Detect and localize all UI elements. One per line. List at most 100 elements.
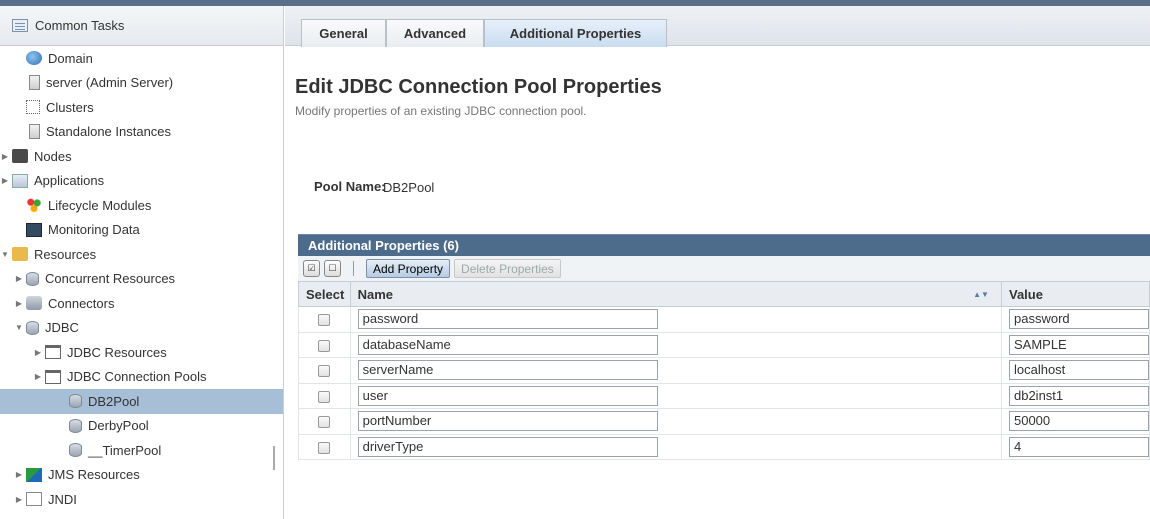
jndi-icon bbox=[26, 492, 42, 507]
expand-arrow-icon[interactable]: ▶ bbox=[14, 470, 24, 479]
collapse-arrow-icon[interactable]: ▼ bbox=[0, 250, 10, 259]
sidebar-resize-handle[interactable] bbox=[273, 446, 275, 470]
row-select-checkbox[interactable] bbox=[318, 339, 331, 352]
sidebar-item-standalone-instances[interactable]: Standalone Instances bbox=[0, 120, 283, 145]
sidebar-item-concurrent-resources[interactable]: ▶ Concurrent Resources bbox=[0, 267, 283, 292]
sidebar-item-applications[interactable]: ▶ Applications bbox=[0, 169, 283, 194]
sidebar-item-server-admin-server[interactable]: server (Admin Server) bbox=[0, 71, 283, 96]
sidebar-item-label: __TimerPool bbox=[88, 442, 162, 458]
sidebar-item-nodes[interactable]: ▶ Nodes bbox=[0, 144, 283, 169]
sidebar-item-domain[interactable]: Domain bbox=[0, 46, 283, 71]
property-name-field[interactable]: serverName bbox=[357, 360, 658, 381]
pool-name-value: DB2Pool bbox=[383, 180, 435, 195]
sidebar-item-monitoring-data[interactable]: Monitoring Data bbox=[0, 218, 283, 243]
table-row: password password bbox=[298, 306, 1150, 333]
table-row: databaseName SAMPLE bbox=[298, 332, 1150, 358]
property-name-field[interactable]: portNumber bbox=[357, 411, 658, 432]
lifecycle-icon bbox=[26, 198, 42, 213]
sidebar-item-jdbc-connection-pools[interactable]: ▶ JDBC Connection Pools bbox=[0, 365, 283, 390]
column-header-name[interactable]: Name ▲▼ bbox=[349, 281, 1002, 307]
navigation-tree: Domain server (Admin Server) Clusters Stand… bbox=[0, 46, 283, 512]
database-icon bbox=[69, 443, 82, 458]
sidebar-item-label: DB2Pool bbox=[88, 393, 140, 409]
value-cell: 4 bbox=[1001, 434, 1150, 460]
sidebar-item-derbypool[interactable]: DerbyPool bbox=[0, 414, 283, 439]
row-select-checkbox[interactable] bbox=[318, 314, 331, 327]
collapse-arrow-icon[interactable]: ▼ bbox=[14, 323, 24, 332]
jms-icon bbox=[26, 467, 42, 482]
expand-arrow-icon[interactable]: ▶ bbox=[0, 152, 10, 161]
sidebar-item-jndi[interactable]: ▶ JNDI bbox=[0, 487, 283, 512]
toolbar-divider bbox=[353, 261, 354, 276]
table-header-row: Select Name ▲▼ Value bbox=[298, 281, 1150, 307]
add-property-button[interactable]: Add Property bbox=[366, 259, 451, 278]
row-select-checkbox[interactable] bbox=[318, 390, 331, 403]
sidebar-item-timerpool[interactable]: __TimerPool bbox=[0, 438, 283, 463]
sidebar-item-label: JDBC Resources bbox=[67, 344, 167, 360]
sidebar-item-connectors[interactable]: ▶ Connectors bbox=[0, 291, 283, 316]
sidebar-item-jdbc[interactable]: ▼ JDBC bbox=[0, 316, 283, 341]
sidebar-item-label: Monitoring Data bbox=[48, 222, 140, 238]
property-name-field[interactable]: user bbox=[357, 385, 658, 406]
expand-arrow-icon[interactable]: ▶ bbox=[14, 274, 24, 283]
page-title: Edit JDBC Connection Pool Properties bbox=[295, 76, 662, 98]
folder-icon bbox=[45, 369, 61, 384]
sidebar-item-jms-resources[interactable]: ▶ JMS Resources bbox=[0, 463, 283, 488]
database-icon bbox=[26, 271, 39, 286]
sort-icon[interactable]: ▲▼ bbox=[973, 290, 989, 299]
sidebar-item-clusters[interactable]: Clusters bbox=[0, 95, 283, 120]
sidebar-item-lifecycle-modules[interactable]: Lifecycle Modules bbox=[0, 193, 283, 218]
sidebar-item-db2pool[interactable]: DB2Pool bbox=[0, 389, 283, 414]
property-value-field[interactable]: db2inst1 bbox=[1008, 385, 1149, 406]
property-name-field[interactable]: driverType bbox=[357, 436, 658, 457]
sidebar-item-label: JMS Resources bbox=[48, 467, 140, 483]
tab-bar: General Advanced Additional Properties bbox=[285, 6, 1150, 47]
column-header-value[interactable]: Value bbox=[1000, 281, 1150, 307]
sidebar-item-label: JNDI bbox=[48, 491, 77, 507]
expand-arrow-icon[interactable]: ▶ bbox=[14, 299, 24, 308]
property-value-field[interactable]: 4 bbox=[1008, 436, 1149, 457]
expand-arrow-icon[interactable]: ▶ bbox=[0, 176, 10, 185]
tab-general[interactable]: General bbox=[301, 19, 386, 47]
expand-arrow-icon[interactable]: ▶ bbox=[33, 348, 43, 357]
property-value-field[interactable]: SAMPLE bbox=[1008, 334, 1149, 355]
tab-advanced[interactable]: Advanced bbox=[386, 19, 484, 47]
expand-arrow-icon[interactable]: ▶ bbox=[33, 372, 43, 381]
folder-icon bbox=[45, 345, 61, 360]
select-all-icon[interactable]: ☑ bbox=[303, 260, 320, 277]
property-value-field[interactable]: password bbox=[1008, 309, 1149, 330]
common-tasks-header[interactable]: Common Tasks bbox=[0, 6, 283, 46]
sidebar-item-jdbc-resources[interactable]: ▶ JDBC Resources bbox=[0, 340, 283, 365]
property-value-field[interactable]: localhost bbox=[1008, 360, 1149, 381]
expand-arrow-icon[interactable]: ▶ bbox=[14, 495, 24, 504]
value-cell: password bbox=[1001, 306, 1150, 333]
sidebar-item-label: server (Admin Server) bbox=[46, 75, 174, 91]
table-row: portNumber 50000 bbox=[298, 408, 1150, 435]
sidebar-item-label: Domain bbox=[48, 50, 93, 66]
table-row: user db2inst1 bbox=[298, 383, 1150, 409]
property-value-field[interactable]: 50000 bbox=[1008, 411, 1149, 432]
sidebar-item-label: Standalone Instances bbox=[46, 124, 172, 140]
select-cell bbox=[298, 357, 351, 384]
cluster-icon bbox=[26, 100, 40, 115]
select-cell bbox=[298, 306, 351, 333]
row-select-checkbox[interactable] bbox=[318, 441, 331, 454]
tab-additional-properties[interactable]: Additional Properties bbox=[484, 19, 667, 47]
sidebar-item-label: Nodes bbox=[34, 148, 72, 164]
value-cell: 50000 bbox=[1001, 408, 1150, 435]
property-name-field[interactable]: password bbox=[357, 309, 658, 330]
column-header-name-label: Name bbox=[357, 286, 394, 302]
table-row: serverName localhost bbox=[298, 357, 1150, 384]
row-select-checkbox[interactable] bbox=[318, 365, 331, 378]
sidebar-item-label: Concurrent Resources bbox=[45, 271, 176, 287]
server-icon bbox=[29, 124, 40, 140]
sidebar-item-resources[interactable]: ▼ Resources bbox=[0, 242, 283, 267]
property-name-field[interactable]: databaseName bbox=[357, 334, 658, 355]
sidebar-item-label: Applications bbox=[34, 173, 105, 189]
deselect-all-icon[interactable]: ☐ bbox=[324, 260, 341, 277]
column-header-select[interactable]: Select bbox=[298, 281, 351, 307]
monitoring-icon bbox=[26, 222, 42, 237]
row-select-checkbox[interactable] bbox=[318, 416, 331, 429]
name-cell: portNumber bbox=[350, 408, 1002, 435]
select-cell bbox=[298, 408, 351, 435]
